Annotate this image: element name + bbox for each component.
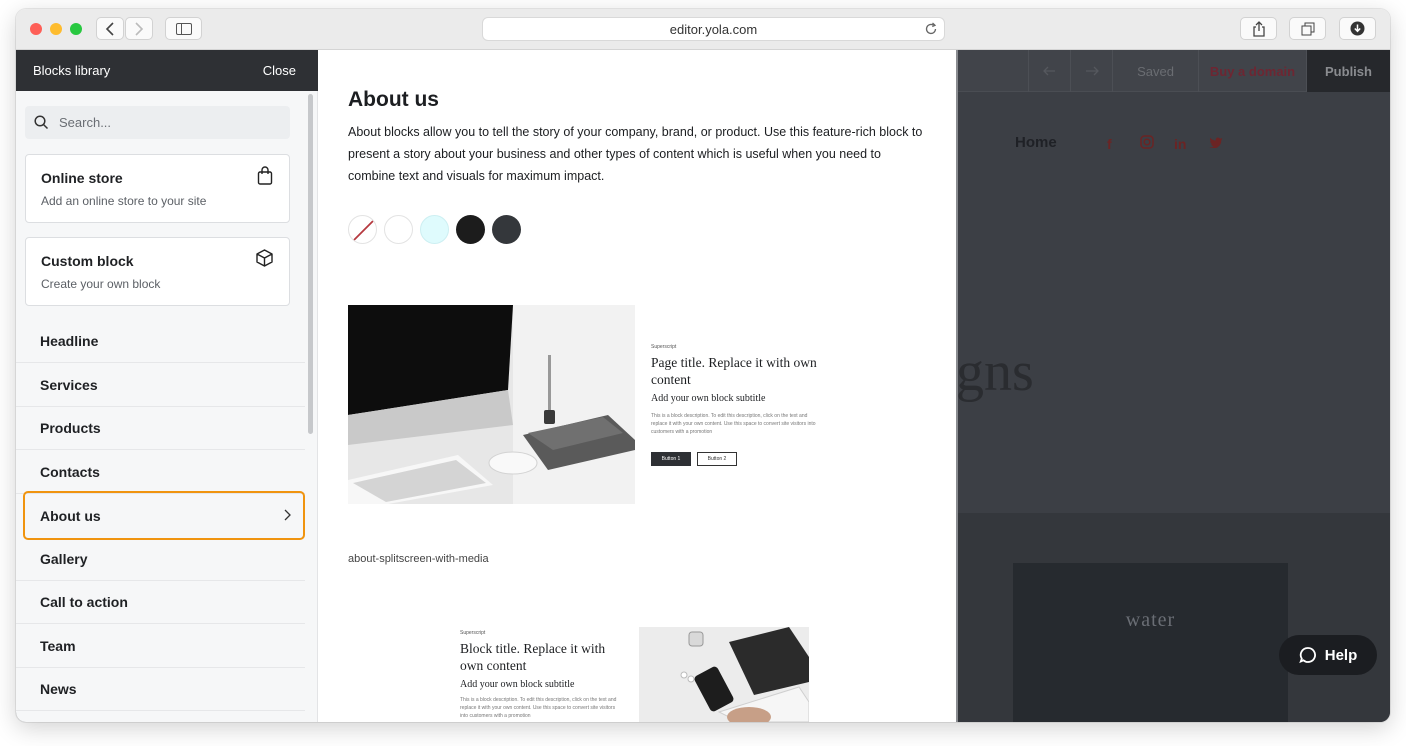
share-icon bbox=[1252, 20, 1265, 37]
sidebar-item-about-us[interactable]: About us bbox=[23, 491, 305, 540]
product-card: water bbox=[1013, 563, 1288, 722]
buy-domain-button[interactable]: Buy a domain bbox=[1198, 50, 1306, 92]
sidebar-item-label: Team bbox=[40, 638, 76, 654]
facebook-icon[interactable]: f bbox=[1107, 136, 1112, 152]
sidebar-item-label: News bbox=[40, 681, 77, 697]
sidebar-item-label: Services bbox=[40, 377, 98, 393]
swatch-none[interactable] bbox=[348, 215, 377, 244]
chevron-right-icon bbox=[284, 509, 291, 521]
desk-photo-illustration bbox=[348, 305, 635, 504]
sidebar-icon bbox=[175, 22, 192, 35]
block-preview-panel: About us About blocks allow you to tell … bbox=[318, 50, 956, 722]
preview-image-desk[interactable] bbox=[348, 305, 635, 504]
card-subtitle: Create your own block bbox=[41, 277, 161, 291]
site-nav-home[interactable]: Home bbox=[1015, 134, 1057, 151]
tabs-icon bbox=[1301, 22, 1314, 35]
download-icon bbox=[1350, 21, 1365, 36]
sidebar-item-label: Contacts bbox=[40, 464, 100, 480]
editor-toolbar: Saved Buy a domain Publish bbox=[956, 50, 1390, 92]
instagram-icon[interactable] bbox=[1140, 135, 1154, 152]
search-icon bbox=[34, 115, 49, 130]
sidebar-item-call-to-action[interactable]: Call to action bbox=[16, 581, 305, 624]
preview1-subtitle: Add your own block subtitle bbox=[651, 393, 766, 404]
panel-divider bbox=[956, 50, 958, 722]
preview-image-devices[interactable] bbox=[639, 627, 809, 722]
browser-toolbar: editor.yola.com bbox=[16, 9, 1390, 50]
preview2-title: Block title. Replace it with own content bbox=[460, 641, 606, 673]
swatch-light-cyan[interactable] bbox=[420, 215, 449, 244]
maximize-window-button[interactable] bbox=[70, 23, 82, 35]
preview2-subtitle: Add your own block subtitle bbox=[460, 679, 575, 690]
swatch-dark-gray[interactable] bbox=[492, 215, 521, 244]
devices-photo-illustration bbox=[639, 627, 809, 722]
cube-icon bbox=[256, 249, 273, 267]
search-placeholder: Search... bbox=[59, 115, 112, 130]
sidebar-item-label: Call to action bbox=[40, 594, 128, 610]
panel-title: About us bbox=[348, 88, 439, 111]
preview1-button-1[interactable]: Button 1 bbox=[651, 452, 691, 466]
share-button[interactable] bbox=[1240, 17, 1277, 40]
sidebar-item-products[interactable]: Products bbox=[16, 407, 305, 450]
sidebar-scrollbar[interactable] bbox=[308, 94, 313, 434]
sidebar-item-label: About us bbox=[40, 507, 101, 524]
sidebar-item-headline[interactable]: Headline bbox=[16, 320, 305, 363]
sidebar-title: Blocks library bbox=[33, 63, 111, 78]
address-bar[interactable]: editor.yola.com bbox=[482, 17, 945, 41]
close-button[interactable]: Close bbox=[263, 63, 296, 78]
preview2-body: This is a block description. To edit thi… bbox=[460, 697, 617, 719]
close-window-button[interactable] bbox=[30, 23, 42, 35]
preview1-button-2[interactable]: Button 2 bbox=[697, 452, 737, 466]
sidebar-item-news[interactable]: News bbox=[16, 668, 305, 711]
sidebar-item-services[interactable]: Services bbox=[16, 364, 305, 407]
sidebar-item-label: Headline bbox=[40, 333, 99, 349]
custom-block-card[interactable]: Custom block Create your own block bbox=[25, 237, 290, 306]
undo-button[interactable] bbox=[1028, 50, 1070, 92]
downloads-button[interactable] bbox=[1339, 17, 1376, 40]
publish-button[interactable]: Publish bbox=[1306, 50, 1390, 92]
sidebar-item-gallery[interactable]: Gallery bbox=[16, 538, 305, 581]
sidebar-item-contacts[interactable]: Contacts bbox=[16, 451, 305, 494]
swatch-black[interactable] bbox=[456, 215, 485, 244]
hero-heading-fragment: gns bbox=[956, 341, 1034, 403]
search-input[interactable]: Search... bbox=[25, 106, 290, 139]
product-card-text: water bbox=[1125, 609, 1176, 631]
online-store-card[interactable]: Online store Add an online store to your… bbox=[25, 154, 290, 223]
swatch-white[interactable] bbox=[384, 215, 413, 244]
chat-bubble-icon bbox=[1298, 647, 1316, 664]
reload-icon[interactable] bbox=[924, 22, 938, 36]
twitter-icon[interactable] bbox=[1209, 135, 1223, 151]
preview1-body: This is a block description. To edit thi… bbox=[651, 413, 816, 435]
sidebar-item-label: Gallery bbox=[40, 551, 88, 567]
card-title: Custom block bbox=[41, 253, 134, 269]
url-text: editor.yola.com bbox=[669, 21, 758, 37]
sidebar-header: Blocks library Close bbox=[16, 50, 318, 91]
chevron-right-icon bbox=[135, 21, 144, 36]
chevron-left-icon bbox=[105, 21, 114, 36]
help-label: Help bbox=[1324, 646, 1358, 664]
preview1-label: about-splitscreen-with-media bbox=[348, 553, 489, 565]
no-color-slash-icon bbox=[353, 220, 374, 241]
sidebar-item-team[interactable]: Team bbox=[16, 625, 305, 668]
undo-icon bbox=[1042, 66, 1055, 76]
back-button[interactable] bbox=[96, 17, 124, 40]
forward-button[interactable] bbox=[125, 17, 153, 40]
saved-status: Saved bbox=[1112, 50, 1198, 92]
sidebar-item-label: Products bbox=[40, 420, 101, 436]
preview1-title: Page title. Replace it with own content bbox=[651, 355, 817, 387]
card-title: Online store bbox=[41, 170, 123, 186]
tabs-button[interactable] bbox=[1289, 17, 1326, 40]
blocks-library-sidebar: Blocks library Close Search... Online st… bbox=[16, 50, 318, 722]
redo-button[interactable] bbox=[1070, 50, 1112, 92]
minimize-window-button[interactable] bbox=[50, 23, 62, 35]
sidebar-toggle-button[interactable] bbox=[165, 17, 202, 40]
linkedin-icon[interactable]: in bbox=[1174, 136, 1186, 152]
redo-icon bbox=[1085, 66, 1099, 76]
preview1-superscript: Superscript bbox=[651, 344, 677, 350]
card-subtitle: Add an online store to your site bbox=[41, 194, 207, 208]
preview2-superscript: Superscript bbox=[460, 630, 486, 636]
shopping-bag-icon bbox=[257, 166, 273, 185]
browser-window: editor.yola.com Saved Buy a domain Publi… bbox=[16, 9, 1390, 722]
panel-description: About blocks allow you to tell the story… bbox=[348, 125, 923, 183]
help-button[interactable]: Help bbox=[1279, 635, 1377, 675]
